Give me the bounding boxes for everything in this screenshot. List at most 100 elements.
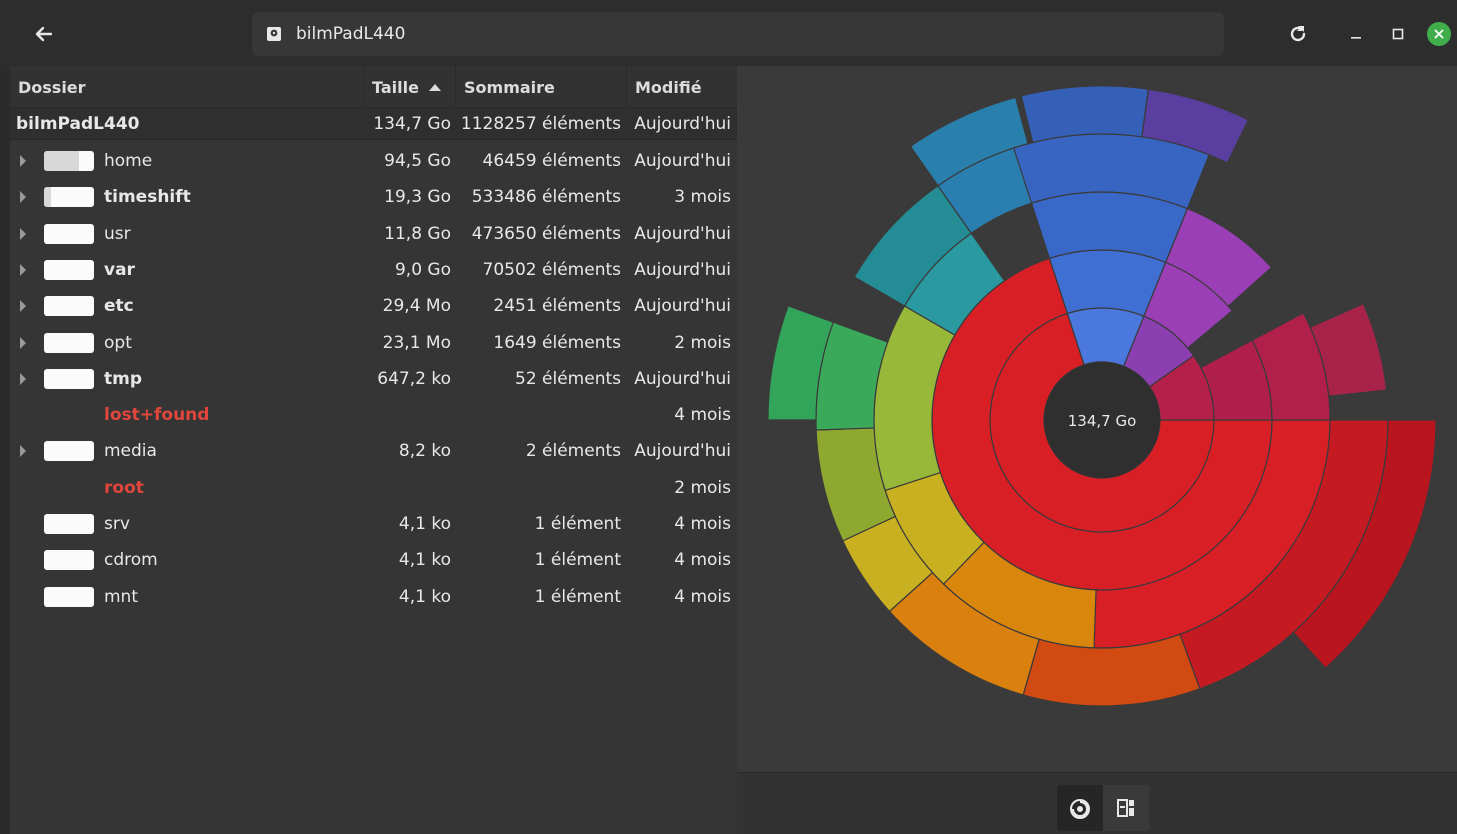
view-toggle-group: [1057, 785, 1149, 831]
column-header-size[interactable]: Taille: [364, 66, 456, 108]
chart-center-label: 134,7 Go: [1068, 412, 1137, 430]
folder-summary: 473650 éléments: [471, 223, 621, 244]
folder-row[interactable]: timeshift 19,3 Go 533486 éléments 3 mois: [10, 179, 737, 215]
close-icon: [1434, 29, 1444, 39]
folder-name: cdrom: [104, 550, 158, 571]
column-header-modified[interactable]: Modifié: [627, 66, 737, 108]
folder-name: var: [104, 259, 135, 280]
folder-name: mnt: [104, 586, 138, 607]
folder-size: 8,2 ko: [398, 441, 451, 462]
folder-summary: 533486 éléments: [471, 187, 621, 208]
folder-row[interactable]: var 9,0 Go 70502 éléments Aujourd'hui: [10, 252, 737, 288]
ring-chart-icon: [1070, 799, 1090, 819]
folder-row[interactable]: root 2 mois: [10, 470, 737, 506]
maximize-icon: [1392, 28, 1404, 40]
folder-size: 647,2 ko: [377, 368, 451, 389]
close-button[interactable]: [1427, 22, 1451, 46]
folder-name: root: [104, 477, 144, 498]
folder-modified: Aujourd'hui: [634, 259, 731, 280]
folder-row[interactable]: tmp 647,2 ko 52 éléments Aujourd'hui: [10, 361, 737, 397]
location-bar[interactable]: bilmPadL440: [252, 12, 1224, 56]
ring-chart-pane: 134,7 Go: [737, 66, 1457, 772]
folder-name: etc: [104, 296, 134, 317]
folder-summary: 1 élément: [534, 586, 621, 607]
expand-arrow-icon[interactable]: [20, 336, 26, 349]
folder-row[interactable]: srv 4,1 ko 1 élément 4 mois: [10, 506, 737, 542]
folder-size: 9,0 Go: [394, 259, 451, 280]
usage-bar: [44, 368, 94, 389]
usage-bar: [44, 223, 94, 244]
segment-timeshift-outer[interactable]: [1020, 85, 1150, 144]
column-header-modified-label: Modifié: [635, 77, 702, 97]
expand-arrow-icon[interactable]: [20, 445, 26, 458]
folder-row[interactable]: opt 23,1 Mo 1649 éléments 2 mois: [10, 325, 737, 361]
folder-row[interactable]: etc 29,4 Mo 2451 éléments Aujourd'hui: [10, 288, 737, 324]
column-header-summary[interactable]: Sommaire: [456, 66, 627, 108]
folder-tree-pane: Dossier Taille Sommaire Modifié bilmPadL…: [10, 66, 737, 834]
back-button[interactable]: [22, 14, 66, 54]
folder-row[interactable]: cdrom 4,1 ko 1 élément 4 mois: [10, 542, 737, 578]
treemap-view-button[interactable]: [1103, 785, 1149, 831]
folder-row[interactable]: media 8,2 ko 2 éléments Aujourd'hui: [10, 433, 737, 469]
column-header-size-label: Taille: [372, 77, 419, 97]
folder-modified: 4 mois: [674, 514, 731, 534]
column-header-name[interactable]: Dossier: [10, 66, 364, 108]
expand-arrow-icon[interactable]: [20, 263, 26, 276]
column-header-summary-label: Sommaire: [464, 77, 555, 97]
folder-row[interactable]: lost+found 4 mois: [10, 397, 737, 433]
folder-name: srv: [104, 514, 130, 534]
maximize-button[interactable]: [1386, 20, 1410, 48]
usage-bar: [44, 550, 94, 571]
root-summary: 1128257 éléments: [460, 113, 621, 134]
folder-modified: 4 mois: [674, 405, 731, 426]
folder-name: tmp: [104, 368, 143, 389]
usage-bar: [44, 332, 94, 353]
folder-size: 94,5 Go: [384, 151, 451, 171]
folder-name: media: [104, 441, 157, 462]
folder-size: 11,8 Go: [384, 223, 451, 244]
expand-arrow-icon[interactable]: [20, 191, 26, 204]
root-row[interactable]: bilmPadL440 134,7 Go 1128257 éléments Au…: [10, 108, 737, 140]
usage-bar: [44, 151, 94, 171]
expand-arrow-icon[interactable]: [20, 372, 26, 385]
folder-size: 23,1 Mo: [382, 332, 451, 353]
folder-modified: Aujourd'hui: [634, 223, 731, 244]
ring-chart[interactable]: 134,7 Go: [737, 66, 1457, 772]
reload-button[interactable]: [1278, 14, 1318, 54]
folder-modified: 4 mois: [674, 586, 731, 607]
column-headers: Dossier Taille Sommaire Modifié: [10, 66, 737, 108]
folder-name: lost+found: [104, 405, 210, 426]
expand-arrow-icon[interactable]: [20, 227, 26, 240]
expand-arrow-icon[interactable]: [20, 300, 26, 313]
folder-name: timeshift: [104, 187, 191, 208]
ring-chart-view-button[interactable]: [1057, 785, 1103, 831]
folder-name: home: [104, 151, 153, 171]
expand-arrow-icon[interactable]: [20, 155, 26, 167]
folder-summary: 52 éléments: [515, 368, 621, 389]
folder-row[interactable]: mnt 4,1 ko 1 élément 4 mois: [10, 579, 737, 615]
reload-icon: [1290, 26, 1306, 42]
usage-bar: [44, 514, 94, 534]
folder-modified: Aujourd'hui: [634, 368, 731, 389]
folder-summary: 1 élément: [534, 514, 621, 534]
usage-bar-fill: [44, 187, 51, 208]
sort-ascending-icon: [428, 83, 441, 91]
folder-modified: 2 mois: [674, 477, 731, 498]
disk-icon: [267, 27, 281, 41]
usage-bar: [44, 296, 94, 317]
folder-name: usr: [104, 223, 131, 244]
folder-row[interactable]: home 94,5 Go 46459 éléments Aujourd'hui: [10, 143, 737, 179]
usage-bar-fill: [44, 151, 79, 171]
column-header-name-label: Dossier: [18, 77, 86, 97]
folder-modified: Aujourd'hui: [634, 151, 731, 171]
arrow-left-icon: [35, 26, 53, 42]
folder-size: 29,4 Mo: [382, 296, 451, 317]
folder-summary: 46459 éléments: [482, 151, 621, 171]
folder-summary: 2 éléments: [525, 441, 621, 462]
folder-size: 4,1 ko: [398, 586, 451, 607]
folder-row[interactable]: usr 11,8 Go 473650 éléments Aujourd'hui: [10, 216, 737, 252]
minimize-button[interactable]: [1344, 20, 1368, 48]
header-bar: bilmPadL440: [0, 0, 1457, 66]
folder-modified: Aujourd'hui: [634, 441, 731, 462]
location-label: bilmPadL440: [296, 24, 406, 44]
